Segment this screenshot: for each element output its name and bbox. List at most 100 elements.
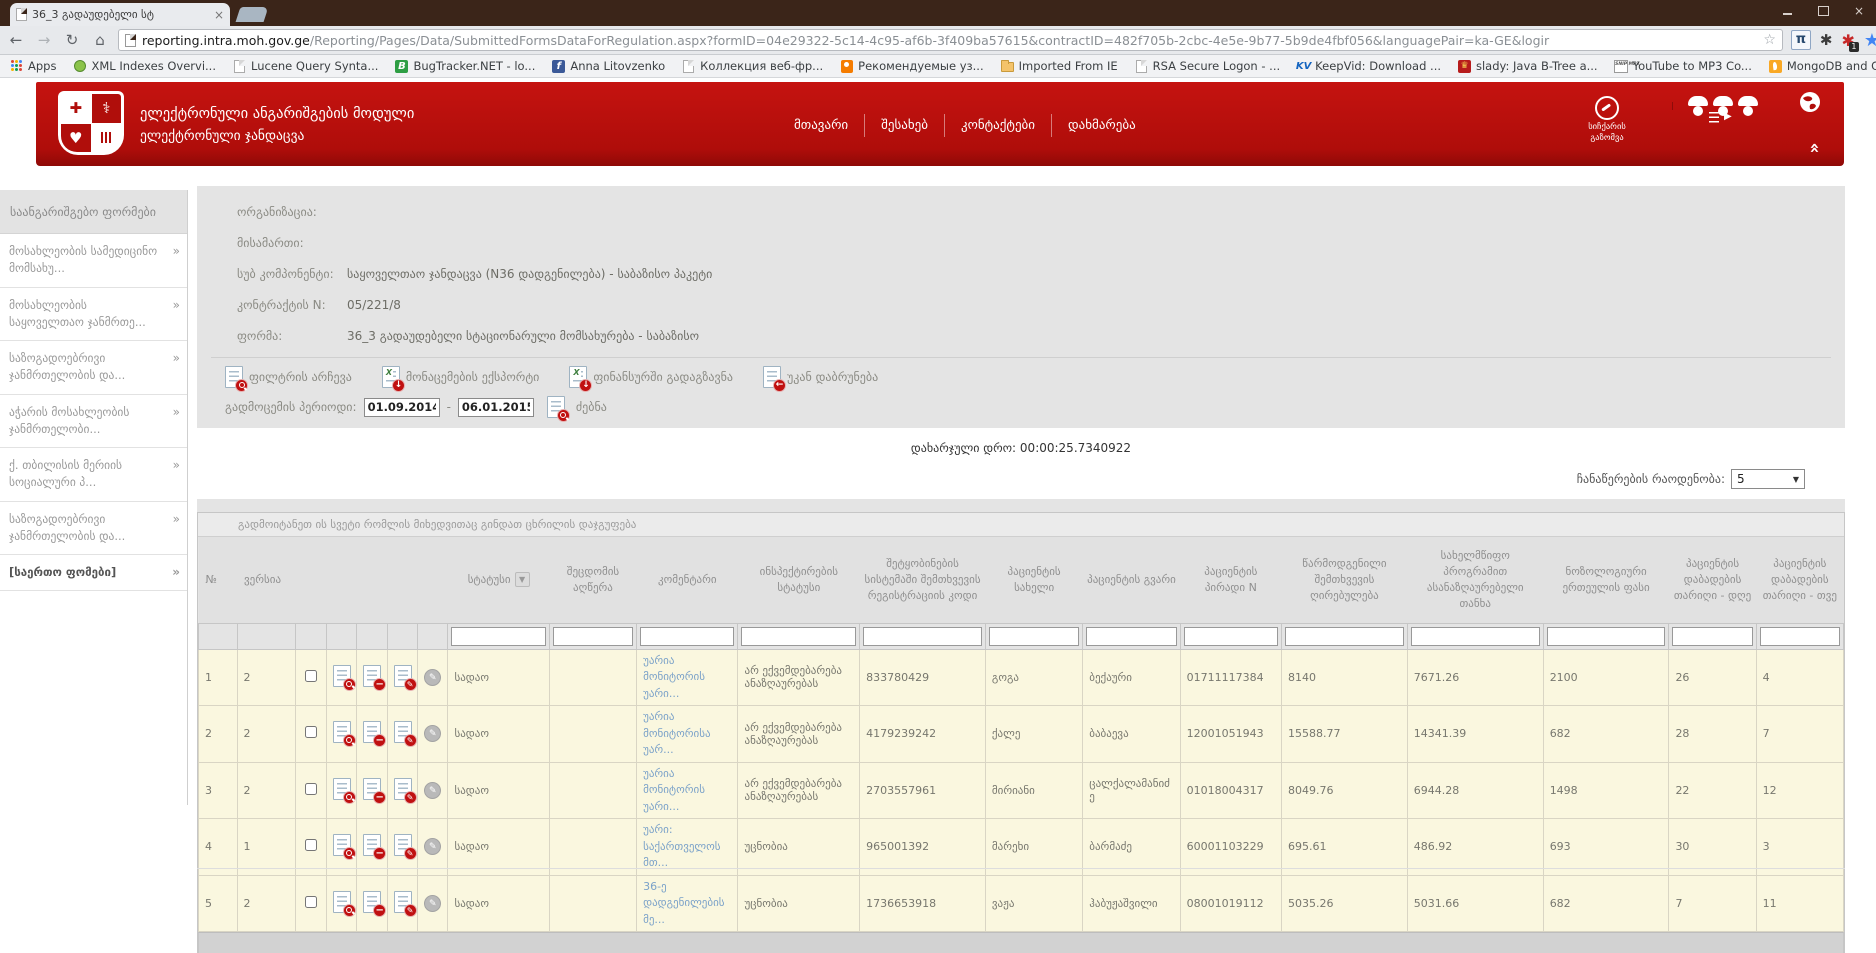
status-filter-button[interactable]: ▼	[515, 572, 530, 587]
pi-extension-icon[interactable]: π	[1791, 30, 1811, 50]
star-extension-icon[interactable]: ★	[1864, 30, 1876, 51]
filter-birth-month-input[interactable]	[1760, 627, 1840, 646]
col-header-inspection[interactable]: ინსპექტირების სტატუსი	[738, 537, 860, 623]
filter-birth-day-input[interactable]	[1672, 627, 1752, 646]
comment-link[interactable]: 36-ე დადგენილების მე...	[643, 879, 731, 929]
edit-row-icon[interactable]	[394, 665, 412, 687]
sidebar-item[interactable]: აჭარის მოსახლეობის ჯანმრთელობი... »	[0, 395, 187, 449]
view-details-icon[interactable]	[333, 665, 351, 687]
browser-tab[interactable]: 36_3 გადაუდებელი სტ ×	[10, 3, 230, 26]
reject-row-icon[interactable]	[363, 665, 381, 687]
sidebar-item[interactable]: ქ. თბილისის მერიის სოციალური პ... »	[0, 448, 187, 502]
col-header-nosology-price[interactable]: ნოზოლოგიური ერთეულის ფასი	[1543, 537, 1669, 623]
view-details-icon[interactable]	[333, 721, 351, 743]
reject-row-icon[interactable]	[363, 721, 381, 743]
col-header-case-cost[interactable]: წარმოდგენილი შემთხვევის ღირებულება	[1282, 537, 1408, 623]
view-details-icon[interactable]	[333, 834, 351, 856]
col-header-no[interactable]: №	[199, 537, 238, 623]
comment-link[interactable]: უარია მონიტორისა უარ...	[643, 709, 731, 759]
bookmark-item[interactable]: Коллекция веб-фр...	[682, 59, 823, 73]
bookmark-item[interactable]: ♛ slady: Java B-Tree a...	[1458, 59, 1598, 73]
nav-item[interactable]: მთავარი	[778, 114, 864, 137]
forward-button[interactable]: →	[34, 31, 54, 49]
row-checkbox[interactable]	[305, 896, 317, 908]
filter-nosology-price-input[interactable]	[1547, 627, 1666, 646]
filter-first-name-input[interactable]	[989, 627, 1079, 646]
speed-test-button[interactable]: სიჩქარის გაზომვა	[1578, 96, 1654, 144]
home-button[interactable]: ⌂	[90, 31, 110, 49]
grid-pager[interactable]	[198, 932, 1844, 953]
col-header-status[interactable]: სტატუსი▼	[448, 537, 549, 623]
edit-row-icon[interactable]	[394, 721, 412, 743]
bookmark-item[interactable]: Рекомендуемые уз...	[840, 59, 983, 73]
filter-reg-code-input[interactable]	[863, 627, 982, 646]
reject-row-icon[interactable]	[363, 834, 381, 856]
filter-personal-n-input[interactable]	[1184, 627, 1278, 646]
col-header-version[interactable]: ვერსია	[237, 537, 296, 623]
edit-row-icon[interactable]	[394, 834, 412, 856]
col-header-birth-month[interactable]: პაციენტის დაბადების თარიღი - თვე	[1756, 537, 1843, 623]
profile-button[interactable]	[1672, 102, 1697, 110]
edit-row-icon[interactable]	[394, 891, 412, 913]
period-from-input[interactable]	[364, 398, 440, 417]
window-maximize-button[interactable]	[1812, 4, 1834, 18]
collapse-header-chevron-icon[interactable]: «	[1805, 143, 1825, 154]
filter-last-name-input[interactable]	[1086, 627, 1176, 646]
nav-item[interactable]: კონტაქტები	[944, 114, 1051, 137]
language-globe-icon[interactable]	[1798, 90, 1822, 118]
row-checkbox[interactable]	[305, 783, 317, 795]
col-header-error[interactable]: შეცდომის აღწერა	[549, 537, 636, 623]
bookmark-item[interactable]: MongoDB and C# - ...	[1769, 59, 1876, 73]
filter-case-cost-input[interactable]	[1285, 627, 1404, 646]
bookmark-item[interactable]: KV KeepVid: Download ...	[1297, 59, 1441, 73]
col-header-first-name[interactable]: პაციენტის სახელი	[985, 537, 1082, 623]
col-header-last-name[interactable]: პაციენტის გვარი	[1083, 537, 1180, 623]
refresh-button[interactable]: ↻	[62, 31, 82, 49]
nav-item[interactable]: შესახებ	[864, 114, 944, 137]
tab-close-icon[interactable]: ×	[214, 8, 224, 22]
new-tab-button[interactable]	[236, 7, 269, 22]
reject-row-icon[interactable]	[363, 778, 381, 800]
comment-link[interactable]: უარი: საქართველოს მთ...	[643, 822, 731, 872]
view-details-icon[interactable]	[333, 778, 351, 800]
window-close-button[interactable]: ×	[1848, 4, 1870, 18]
fly-extension-icon[interactable]: ✱	[1820, 31, 1833, 49]
col-header-reg-code[interactable]: შეტყობინების სისტემაში შემთხვევის რეგისტ…	[860, 537, 986, 623]
sidebar-item[interactable]: მოსახლეობის სამედიცინო მომსახუ... »	[0, 234, 187, 288]
toolbar-button[interactable]: X ფილტრის არჩევა	[225, 366, 352, 388]
back-button[interactable]: ←	[6, 31, 26, 49]
window-minimize-button[interactable]	[1776, 4, 1798, 18]
row-checkbox[interactable]	[305, 670, 317, 682]
filter-error-input[interactable]	[553, 627, 633, 646]
asterisk-extension-icon[interactable]: ✱1	[1841, 31, 1854, 50]
bookmark-item[interactable]: SNIP MP3 YouTube to MP3 Co...	[1615, 59, 1752, 73]
comment-link[interactable]: უარია მონიტორის უარი...	[643, 653, 731, 703]
period-to-input[interactable]	[458, 398, 534, 417]
col-header-birth-day[interactable]: პაციენტის დაბადების თარიღი - დღე	[1669, 537, 1756, 623]
nav-item[interactable]: დახმარება	[1051, 114, 1152, 137]
bookmark-item[interactable]: Apps	[10, 59, 56, 73]
bookmark-item[interactable]: RSA Secure Logon - ...	[1135, 59, 1281, 73]
col-header-state-amount[interactable]: სახელმწიფო პროგრამით ასანაზღაურებელი თან…	[1407, 537, 1543, 623]
sidebar-item[interactable]: [საერთო ფომები] »	[0, 555, 187, 591]
address-bar[interactable]: reporting.intra.moh.gov.ge/Reporting/Pag…	[118, 29, 1783, 51]
sidebar-item[interactable]: საზოგადოებრივი ჯანმრთელობის და... »	[0, 502, 187, 556]
bookmark-item[interactable]: f Anna Litovzenko	[552, 59, 665, 73]
row-checkbox[interactable]	[305, 839, 317, 851]
reject-row-icon[interactable]	[363, 891, 381, 913]
toolbar-button[interactable]: X უკან დაბრუნება	[763, 366, 878, 388]
bookmark-star-icon[interactable]: ☆	[1763, 32, 1776, 48]
filter-status-input[interactable]	[451, 627, 545, 646]
edit-row-icon[interactable]	[394, 778, 412, 800]
bookmark-item[interactable]: Imported From IE	[1001, 59, 1118, 73]
filter-state-amount-input[interactable]	[1411, 627, 1540, 646]
bookmark-item[interactable]: XML Indexes Overvi...	[73, 59, 216, 73]
search-button[interactable]: ძებნა	[576, 400, 607, 414]
group-by-hint[interactable]: გადმოიტანეთ ის სვეტი რომლის მიხედვითაც გ…	[198, 513, 1844, 537]
filter-inspection-input[interactable]	[741, 627, 856, 646]
filter-comment-input[interactable]	[640, 627, 734, 646]
col-header-comment[interactable]: კომენტარი	[637, 537, 738, 623]
toolbar-button[interactable]: X მონაცემების ექსპორტი	[382, 366, 540, 388]
row-checkbox[interactable]	[305, 726, 317, 738]
sidebar-item[interactable]: საზოგადოებრივი ჯანმრთელობის და... »	[0, 341, 187, 395]
